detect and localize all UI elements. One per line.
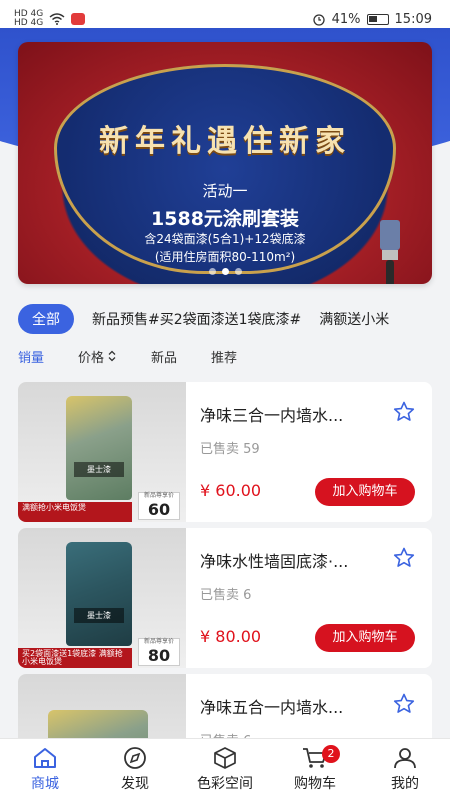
- sort-new[interactable]: 新品: [151, 347, 177, 366]
- price-tag-caption: 新品尊享价: [143, 492, 174, 499]
- signal-2-label: HD 4G: [14, 18, 44, 28]
- wifi-icon: [49, 13, 65, 25]
- status-right: 41% 15:09: [312, 12, 432, 27]
- sort-recommend[interactable]: 推荐: [211, 347, 237, 366]
- user-icon: [394, 748, 416, 769]
- product-sold-count: 已售卖 6: [200, 588, 252, 603]
- banner-pagination: [0, 268, 450, 275]
- product-sold-count: 已售卖 59: [200, 442, 260, 457]
- category-tab-all[interactable]: 全部: [18, 304, 74, 334]
- compass-icon: [124, 747, 146, 769]
- nav-home[interactable]: 商城: [0, 739, 90, 800]
- home-icon: [34, 748, 56, 768]
- sort-sales[interactable]: 销量: [18, 347, 44, 366]
- product-name[interactable]: 净味水性墙固底漆·...: [200, 548, 390, 572]
- nav-discover[interactable]: 发现: [90, 739, 180, 800]
- notification-app-icon: [71, 13, 86, 25]
- add-to-cart-button[interactable]: 加入购物车: [315, 478, 415, 506]
- nav-color-space[interactable]: 色彩空间: [180, 739, 270, 800]
- paint-bag-image: 墨士漆: [66, 542, 132, 646]
- category-tab[interactable]: 新品预售#买2袋面漆送1袋底漆#: [92, 309, 301, 329]
- pagination-dot[interactable]: [234, 268, 242, 275]
- nav-profile[interactable]: 我的: [360, 739, 450, 800]
- nav-cart[interactable]: 2 购物车: [270, 739, 360, 800]
- product-image[interactable]: 墨士漆 买2袋面漆送1袋底漆 满额抢小米电饭煲 新品尊享价 80: [18, 528, 186, 668]
- price-tag-caption: 新品尊享价: [143, 638, 174, 645]
- nav-home-label: 商城: [31, 776, 59, 792]
- status-signals: HD 4G HD 4G: [14, 10, 86, 28]
- nav-discover-label: 发现: [121, 776, 149, 792]
- image-promo-strip: 买2袋面漆送1袋底漆 满额抢小米电饭煲: [18, 648, 132, 668]
- price-tag-value: 60: [147, 500, 171, 519]
- sort-new-label: 新品: [151, 350, 178, 366]
- alarm-icon: [312, 14, 325, 26]
- bottom-nav: 商城 发现 色彩空间 2 购物车 我的: [0, 738, 450, 800]
- promo-banner[interactable]: 新年礼遇住新家 活动一 1588元涂刷套装 含24袋面漆(5合1)+12袋底漆 …: [18, 42, 432, 284]
- favorite-star-icon[interactable]: [392, 400, 416, 424]
- favorite-star-icon[interactable]: [392, 546, 416, 570]
- add-to-cart-button[interactable]: 加入购物车: [315, 624, 415, 652]
- product-price: ¥ 60.00: [200, 481, 262, 500]
- image-price-tag: 新品尊享价 80: [138, 638, 180, 666]
- pagination-dot[interactable]: [208, 268, 216, 275]
- image-promo-strip: 满额抢小米电饭煲: [18, 502, 132, 522]
- product-name[interactable]: 净味三合一内墙水...: [200, 402, 390, 426]
- pagination-dot-active[interactable]: [221, 268, 229, 275]
- nav-profile-label: 我的: [391, 776, 419, 792]
- banner-activity: 活动一: [202, 182, 248, 200]
- product-price: ¥ 80.00: [200, 627, 262, 646]
- sort-price-label: 价格: [78, 350, 105, 366]
- category-tabs: 全部 新品预售#买2袋面漆送1袋底漆# 满额送小米: [0, 302, 450, 336]
- sort-chevron-icon: [108, 350, 116, 362]
- paint-bag-image: 墨士漆: [66, 396, 132, 500]
- favorite-star-icon[interactable]: [392, 692, 416, 716]
- cube-icon: [214, 747, 236, 769]
- cart-count-badge: 2: [322, 745, 340, 763]
- battery-icon: [366, 13, 389, 25]
- nav-color-space-label: 色彩空间: [197, 776, 253, 792]
- signal-indicator: HD 4G HD 4G: [14, 10, 43, 28]
- product-name[interactable]: 净味五合一内墙水...: [200, 694, 390, 718]
- clock: 15:09: [394, 11, 432, 27]
- price-tag-value: 80: [147, 646, 171, 665]
- nav-cart-label: 购物车: [294, 776, 336, 792]
- battery-percent: 41%: [331, 11, 361, 27]
- sort-sales-label: 销量: [18, 350, 45, 366]
- image-price-tag: 新品尊享价 60: [138, 492, 180, 520]
- sort-recommend-label: 推荐: [211, 350, 238, 366]
- bag-brand-label: 墨士漆: [74, 608, 124, 623]
- category-tab[interactable]: 满额送小米: [319, 309, 389, 329]
- product-image[interactable]: 墨士漆 满额抢小米电饭煲 新品尊享价 60: [18, 382, 186, 522]
- bag-brand-label: 墨士漆: [74, 462, 124, 477]
- sort-bar: 销量 价格 新品 推荐: [0, 344, 450, 368]
- banner-title: 新年礼遇住新家: [99, 124, 351, 159]
- sort-price[interactable]: 价格: [78, 347, 117, 366]
- product-card[interactable]: 墨士漆 满额抢小米电饭煲 新品尊享价 60 净味三合一内墙水... 已售卖 59 …: [18, 382, 432, 522]
- product-card[interactable]: 墨士漆 买2袋面漆送1袋底漆 满额抢小米电饭煲 新品尊享价 80 净味水性墙固底漆…: [18, 528, 432, 668]
